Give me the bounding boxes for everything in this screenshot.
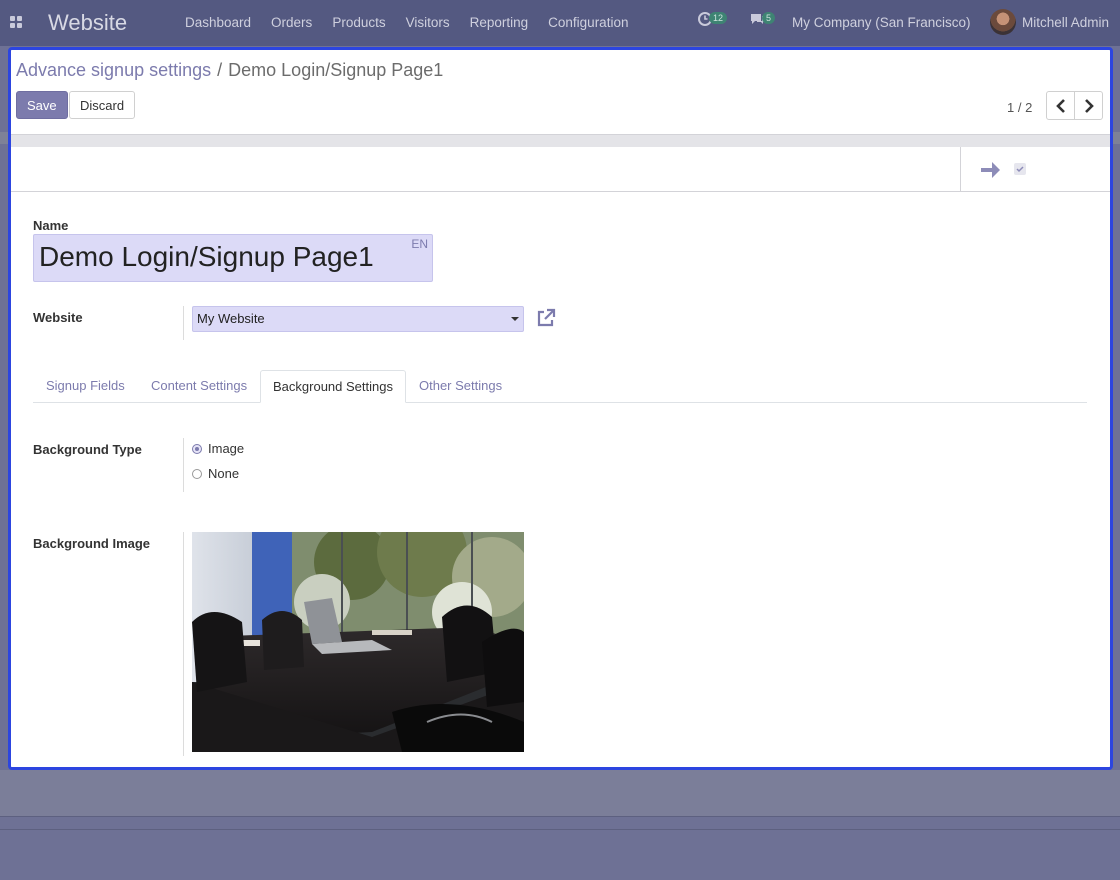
tab-background-settings[interactable]: Background Settings bbox=[260, 370, 406, 403]
user-menu[interactable]: Mitchell Admin bbox=[990, 9, 1109, 35]
form-sheet: Name Demo Login/Signup Page1 EN Website … bbox=[11, 192, 1110, 767]
name-field[interactable]: Demo Login/Signup Page1 EN bbox=[33, 234, 433, 282]
tab-signup-fields[interactable]: Signup Fields bbox=[34, 370, 137, 402]
field-divider bbox=[183, 438, 184, 492]
activity-button[interactable]: 12 bbox=[698, 12, 728, 26]
control-panel-divider bbox=[11, 134, 1110, 148]
website-label: Website bbox=[33, 310, 83, 325]
button-box-divider bbox=[960, 147, 961, 191]
form-view: Advance signup settings / Demo Login/Signu… bbox=[8, 47, 1113, 770]
notebook-tabs: Signup Fields Content Settings Backgroun… bbox=[33, 370, 1087, 403]
field-divider bbox=[183, 306, 184, 340]
website-select-value: My Website bbox=[197, 311, 265, 326]
app-name[interactable]: Website bbox=[48, 10, 127, 36]
menu-configuration[interactable]: Configuration bbox=[538, 15, 638, 30]
activity-count-badge: 12 bbox=[709, 12, 728, 24]
name-field-value: Demo Login/Signup Page1 bbox=[39, 241, 374, 272]
menu-reporting[interactable]: Reporting bbox=[460, 15, 539, 30]
discard-button[interactable]: Discard bbox=[69, 91, 136, 119]
avatar bbox=[990, 9, 1016, 35]
top-navbar: Website Dashboard Orders Products Visito… bbox=[0, 0, 1120, 46]
background-image-preview[interactable] bbox=[192, 532, 524, 752]
radio-image-label: Image bbox=[208, 441, 245, 456]
language-button[interactable]: EN bbox=[411, 237, 428, 251]
control-panel: Advance signup settings / Demo Login/Signu… bbox=[11, 50, 1110, 134]
background-panel-lower bbox=[0, 817, 1120, 830]
background-image-label: Background Image bbox=[33, 536, 151, 551]
chevron-left-icon bbox=[1056, 99, 1065, 113]
radio-none-indicator[interactable] bbox=[192, 468, 202, 479]
user-name: Mitchell Admin bbox=[1022, 14, 1110, 30]
radio-none-label: None bbox=[208, 466, 240, 481]
chevron-right-icon bbox=[1085, 99, 1094, 113]
tab-other-settings[interactable]: Other Settings bbox=[407, 370, 514, 402]
menu-products[interactable]: Products bbox=[322, 15, 395, 30]
name-label: Name bbox=[33, 218, 69, 233]
breadcrumb-separator: / bbox=[217, 60, 223, 80]
field-divider bbox=[183, 532, 184, 756]
external-link-icon[interactable] bbox=[536, 308, 556, 328]
background-type-label: Background Type bbox=[33, 442, 142, 457]
check-icon[interactable] bbox=[1014, 163, 1026, 175]
messages-count-badge: 5 bbox=[762, 12, 776, 24]
breadcrumb: Advance signup settings / Demo Login/Signu… bbox=[16, 60, 443, 81]
form-statusbar bbox=[11, 147, 1110, 192]
pager-value[interactable]: 1 / 2 bbox=[1007, 100, 1032, 115]
arrow-right-icon[interactable] bbox=[979, 160, 1001, 180]
background-panel bbox=[0, 770, 1120, 817]
website-select[interactable]: My Website bbox=[192, 306, 524, 332]
radio-none[interactable]: None bbox=[192, 466, 239, 481]
breadcrumb-current: Demo Login/Signup Page1 bbox=[228, 60, 444, 80]
save-button[interactable]: Save bbox=[16, 91, 68, 119]
messages-button[interactable]: 5 bbox=[750, 12, 776, 26]
menu-dashboard[interactable]: Dashboard bbox=[175, 15, 261, 30]
pager-next-button[interactable] bbox=[1074, 91, 1103, 120]
radio-image-indicator[interactable] bbox=[192, 443, 202, 454]
caret-down-icon bbox=[511, 317, 519, 321]
company-switcher[interactable]: My Company (San Francisco) bbox=[792, 15, 971, 30]
menu-orders[interactable]: Orders bbox=[261, 15, 322, 30]
pager-previous-button[interactable] bbox=[1046, 91, 1075, 120]
main-menu: Dashboard Orders Products Visitors Repor… bbox=[175, 15, 638, 30]
radio-image[interactable]: Image bbox=[192, 441, 244, 456]
breadcrumb-parent[interactable]: Advance signup settings bbox=[16, 60, 211, 80]
tab-content-settings[interactable]: Content Settings bbox=[139, 370, 259, 402]
apps-grid-icon[interactable] bbox=[10, 16, 22, 28]
menu-visitors[interactable]: Visitors bbox=[396, 15, 460, 30]
